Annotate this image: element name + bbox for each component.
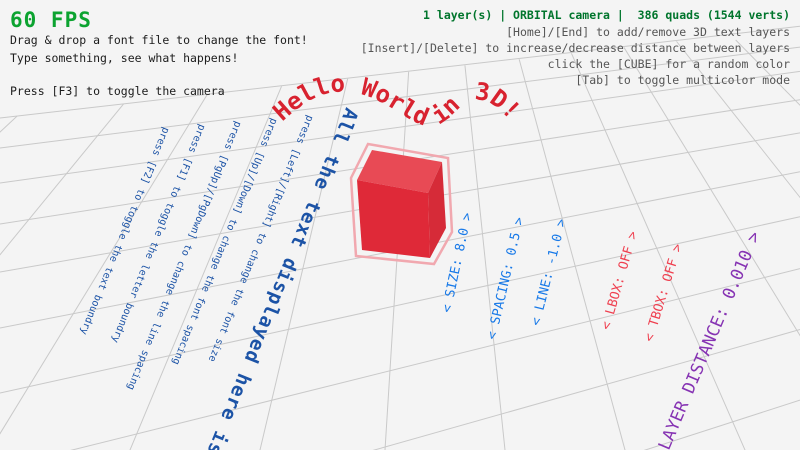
- status-label-lbox: < LBOX: OFF >: [599, 230, 641, 332]
- hud-hint-layer-distance: [Insert]/[Delete] to increase/decrease d…: [361, 41, 790, 55]
- status-label-spacing: < SPACING: 0.5 >: [485, 216, 528, 341]
- render-status-line: 1 layer(s) | ORBITAL camera | 386 quads …: [423, 8, 790, 22]
- status-label-line: < LINE: -1.0 >: [529, 217, 570, 327]
- hud-hint-camera-toggle: Press [F3] to toggle the camera: [10, 84, 225, 98]
- cube[interactable]: [351, 144, 452, 264]
- status-label-tbox: < TBOX: OFF >: [642, 242, 686, 344]
- hud-hint-type: Type something, see what happens!: [10, 51, 238, 65]
- hud-hint-multicolor: [Tab] to toggle multicolor mode: [575, 73, 790, 87]
- ground-title-3d: All the text displayed here is in 3D: [174, 105, 362, 450]
- hud-hint-layers: [Home]/[End] to add/remove 3D text layer…: [506, 25, 790, 39]
- hud-hint-cube-click: click the [CUBE] for a random color: [548, 57, 790, 71]
- cube-front-face: [357, 180, 430, 258]
- scene-3d-viewport[interactable]: All the text displayed here is in 3D pre…: [0, 0, 800, 450]
- hud-hint-dragdrop: Drag & drop a font file to change the fo…: [10, 33, 308, 47]
- fps-counter: 60 FPS: [10, 8, 92, 32]
